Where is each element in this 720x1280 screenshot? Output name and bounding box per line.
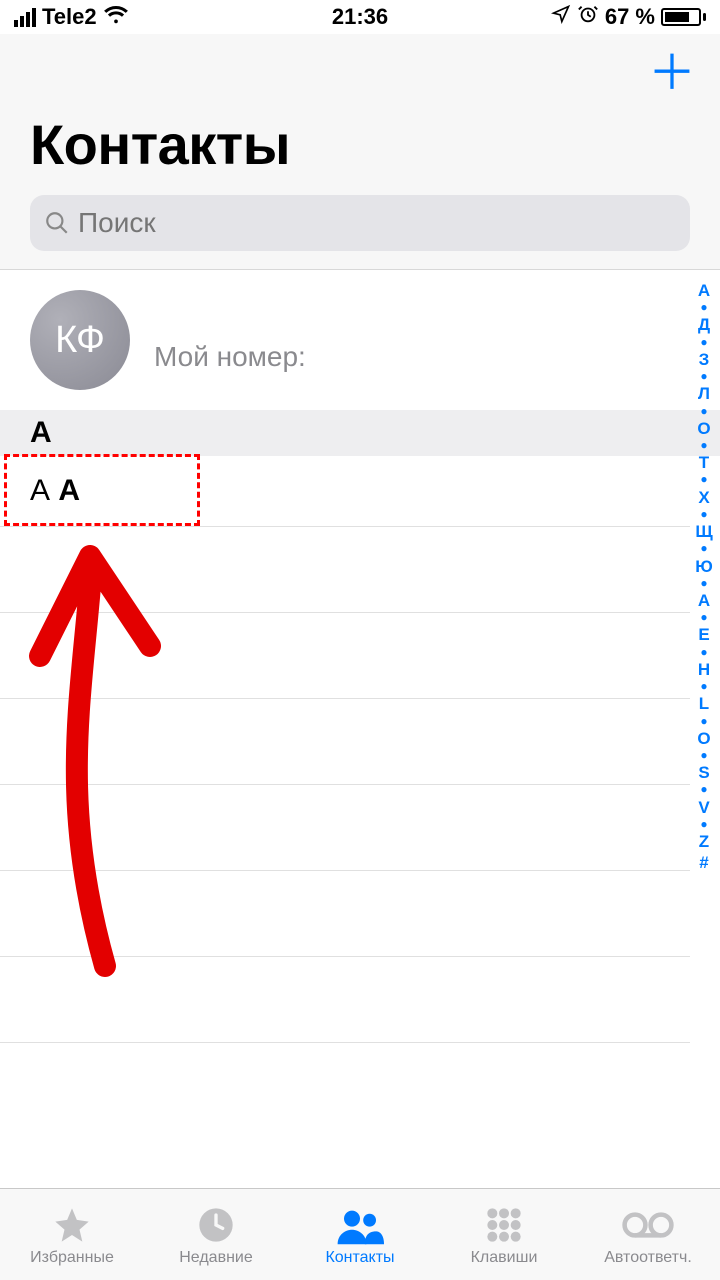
index-letter[interactable]: Щ: [695, 521, 712, 542]
contact-row[interactable]: [0, 785, 690, 871]
star-icon: [52, 1203, 92, 1247]
index-letter[interactable]: ●: [700, 301, 707, 314]
status-bar: Tele2 21:36 67 %: [0, 0, 720, 34]
index-letter[interactable]: L: [699, 693, 709, 714]
status-time: 21:36: [332, 4, 388, 30]
voicemail-icon: [622, 1203, 674, 1247]
contact-row[interactable]: [0, 957, 690, 1043]
index-letter[interactable]: ●: [700, 336, 707, 349]
wifi-icon: [103, 3, 129, 31]
tab-voicemail[interactable]: Автоответч.: [576, 1189, 720, 1280]
index-letter[interactable]: O: [697, 728, 710, 749]
signal-bars-icon: [14, 8, 36, 27]
index-letter[interactable]: #: [699, 852, 708, 873]
clock-icon: [196, 1203, 236, 1247]
index-letter[interactable]: E: [698, 624, 709, 645]
index-letter[interactable]: ●: [700, 508, 707, 521]
people-icon: [336, 1203, 384, 1247]
index-letter[interactable]: ●: [700, 783, 707, 796]
index-letter[interactable]: З: [699, 349, 710, 370]
index-letter[interactable]: Х: [698, 487, 709, 508]
index-letter[interactable]: ●: [700, 611, 707, 624]
battery-pct: 67 %: [605, 4, 655, 30]
index-letter[interactable]: О: [697, 418, 710, 439]
index-letter[interactable]: ●: [700, 542, 707, 555]
carrier-label: Tele2: [42, 4, 97, 30]
tab-label: Избранные: [30, 1249, 114, 1267]
index-letter[interactable]: ●: [700, 680, 707, 693]
tab-label: Недавние: [179, 1249, 253, 1267]
alpha-index[interactable]: А●Д●З●Л●О●Т●Х●Щ●Ю●A●E●H●L●O●S●V●Z#: [688, 280, 720, 874]
tab-label: Клавиши: [471, 1249, 538, 1267]
index-letter[interactable]: Z: [699, 831, 709, 852]
index-letter[interactable]: ●: [700, 473, 707, 486]
keypad-icon: [484, 1203, 524, 1247]
index-letter[interactable]: ●: [700, 646, 707, 659]
tab-bar: Избранные Недавние Контакты Клавиши Авто…: [0, 1188, 720, 1280]
index-letter[interactable]: ●: [700, 439, 707, 452]
index-letter[interactable]: ●: [700, 715, 707, 728]
contact-row[interactable]: [0, 613, 690, 699]
index-letter[interactable]: ●: [700, 818, 707, 831]
index-letter[interactable]: H: [698, 659, 710, 680]
page-title: Контакты: [30, 112, 690, 177]
index-letter[interactable]: Ю: [695, 556, 713, 577]
index-letter[interactable]: Т: [699, 452, 709, 473]
index-letter[interactable]: ●: [700, 405, 707, 418]
section-header: А: [0, 410, 720, 456]
index-letter[interactable]: Л: [698, 383, 710, 404]
search-bar[interactable]: [30, 195, 690, 251]
avatar-initials: КФ: [55, 319, 105, 362]
index-letter[interactable]: S: [698, 762, 709, 783]
index-letter[interactable]: A: [698, 590, 710, 611]
contact-row[interactable]: [0, 699, 690, 785]
avatar: КФ: [30, 290, 130, 390]
tab-contacts[interactable]: Контакты: [288, 1189, 432, 1280]
index-letter[interactable]: Д: [698, 314, 710, 335]
index-letter[interactable]: ●: [700, 577, 707, 590]
tab-label: Контакты: [325, 1249, 394, 1267]
location-icon: [551, 4, 571, 30]
annotation-highlight-box: [4, 454, 200, 526]
my-number-label: Мой номер:: [154, 341, 306, 373]
index-letter[interactable]: ●: [700, 370, 707, 383]
battery-icon: [661, 8, 706, 26]
contact-row[interactable]: [0, 1043, 690, 1129]
contact-row[interactable]: [0, 527, 690, 613]
tab-label: Автоответч.: [604, 1249, 692, 1267]
contact-row[interactable]: [0, 871, 690, 957]
tab-recents[interactable]: Недавние: [144, 1189, 288, 1280]
tab-favorites[interactable]: Избранные: [0, 1189, 144, 1280]
index-letter[interactable]: А: [698, 280, 710, 301]
index-letter[interactable]: ●: [700, 749, 707, 762]
contact-list-area[interactable]: КФ Мой номер: А А А А●Д●З●Л●О●Т●Х●Щ●Ю●A●…: [0, 270, 720, 1188]
alarm-icon: [577, 3, 599, 31]
index-letter[interactable]: V: [698, 797, 709, 818]
my-card-row[interactable]: КФ Мой номер:: [0, 270, 720, 410]
search-icon: [44, 210, 70, 236]
add-contact-button[interactable]: ＋: [648, 54, 696, 94]
tab-keypad[interactable]: Клавиши: [432, 1189, 576, 1280]
search-input[interactable]: [78, 207, 676, 239]
